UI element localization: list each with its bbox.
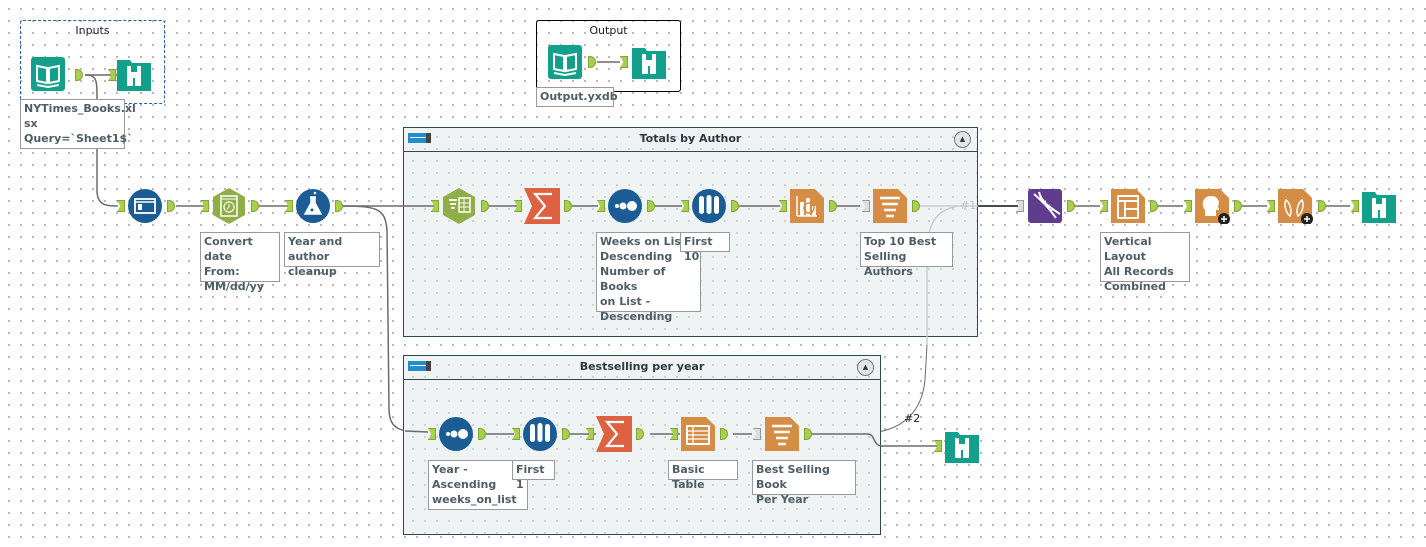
tool-annotation: NYTimes_Books.xl sx Query=`Sheet1$` — [20, 99, 136, 149]
output-anchor[interactable] — [1150, 200, 1158, 212]
flask-icon — [296, 189, 330, 223]
head-icon — [1195, 189, 1230, 224]
datetime-tool[interactable] — [211, 188, 247, 224]
test-tubes-icon — [692, 189, 726, 223]
sample-tool[interactable] — [522, 416, 558, 452]
output-anchor[interactable] — [335, 200, 343, 212]
tool-annotation: First 10 — [680, 232, 730, 263]
dna-icon — [1028, 189, 1062, 223]
layout-icon — [873, 189, 907, 223]
browse-tool[interactable] — [116, 56, 152, 92]
output-anchor[interactable] — [167, 200, 175, 212]
feet-icon — [1278, 189, 1313, 224]
sort-tool[interactable] — [607, 188, 643, 224]
union-tool[interactable] — [1027, 188, 1063, 224]
output-anchor[interactable] — [1067, 200, 1075, 212]
filter-table-icon — [443, 188, 475, 224]
output-anchor[interactable] — [251, 200, 259, 212]
summarize-tool[interactable] — [596, 416, 632, 452]
formula-tool[interactable] — [295, 188, 331, 224]
input-anchor[interactable] — [1016, 200, 1024, 212]
layout-tool[interactable] — [872, 188, 908, 224]
tool-annotation: Top 10 Best Selling Authors — [860, 232, 953, 278]
table-tool[interactable] — [680, 416, 716, 452]
tool-annotation: Year and author cleanup — [284, 232, 380, 278]
output-data-tool[interactable] — [547, 44, 583, 80]
table-icon — [681, 417, 715, 451]
output-anchor[interactable] — [1318, 200, 1326, 212]
layout-tool[interactable] — [764, 416, 800, 452]
input-anchor[interactable] — [1267, 200, 1275, 212]
layout-icon — [765, 417, 799, 451]
binoculars-icon — [116, 56, 152, 92]
sort-dots-icon — [608, 189, 642, 223]
input-anchor[interactable] — [1100, 200, 1108, 212]
test-tubes-icon — [523, 417, 557, 451]
footer-tool[interactable] — [1277, 188, 1313, 224]
tool-annotation: Vertical Layout All Records Combined — [1100, 232, 1190, 293]
select-icon — [128, 189, 162, 223]
binoculars-icon — [1361, 188, 1397, 224]
sigma-icon — [524, 188, 560, 224]
container-title: Totals by Author — [639, 132, 742, 145]
tool-annotation: Convert date From: MM/dd/yy — [200, 232, 280, 293]
tool-annotation: Best Selling Book Per Year — [752, 460, 856, 506]
wire-label: #2 — [904, 412, 921, 425]
summarize-tool[interactable] — [524, 188, 560, 224]
tool-annotation: First 1 — [512, 460, 555, 491]
tool-annotation: Basic Table — [668, 460, 738, 491]
interactive-chart-tool[interactable] — [789, 188, 825, 224]
wire-label: #1 — [960, 199, 977, 212]
collapse-up-icon[interactable]: ▲ — [857, 359, 874, 376]
input-anchor[interactable] — [934, 440, 942, 452]
browse-tool[interactable] — [631, 44, 667, 80]
tool-annotation: Output.yxdb — [536, 87, 618, 107]
input-anchor[interactable] — [1351, 200, 1359, 212]
binoculars-icon — [944, 428, 980, 464]
input-anchor[interactable] — [285, 200, 293, 212]
sample-tool[interactable] — [691, 188, 727, 224]
chart-icon — [790, 189, 824, 223]
layout-icon — [1111, 189, 1145, 223]
container-title: Bestselling per year — [579, 360, 705, 373]
sort-tool[interactable] — [438, 416, 474, 452]
sigma-icon — [596, 416, 632, 452]
output-anchor[interactable] — [1234, 200, 1242, 212]
select-tool[interactable] — [127, 188, 163, 224]
input-anchor[interactable] — [117, 200, 125, 212]
input-data-tool[interactable] — [30, 56, 66, 92]
book-icon — [547, 44, 583, 80]
browse-tool[interactable] — [1361, 188, 1397, 224]
frame-title: Inputs — [75, 24, 110, 37]
header-tool[interactable] — [1194, 188, 1230, 224]
filter-tool[interactable] — [441, 188, 477, 224]
container-header[interactable]: Totals by Author ▲ — [404, 128, 977, 152]
input-anchor[interactable] — [201, 200, 209, 212]
report-layout-tool[interactable] — [1110, 188, 1146, 224]
binoculars-icon — [631, 44, 667, 80]
browse-tool[interactable] — [944, 428, 980, 464]
sort-dots-icon — [439, 417, 473, 451]
container-header[interactable]: Bestselling per year ▲ — [404, 356, 880, 380]
clock-icon — [213, 188, 245, 224]
frame-title: Output — [589, 24, 628, 37]
collapse-up-icon[interactable]: ▲ — [954, 131, 971, 148]
book-icon — [30, 56, 66, 92]
input-anchor[interactable] — [1184, 200, 1192, 212]
